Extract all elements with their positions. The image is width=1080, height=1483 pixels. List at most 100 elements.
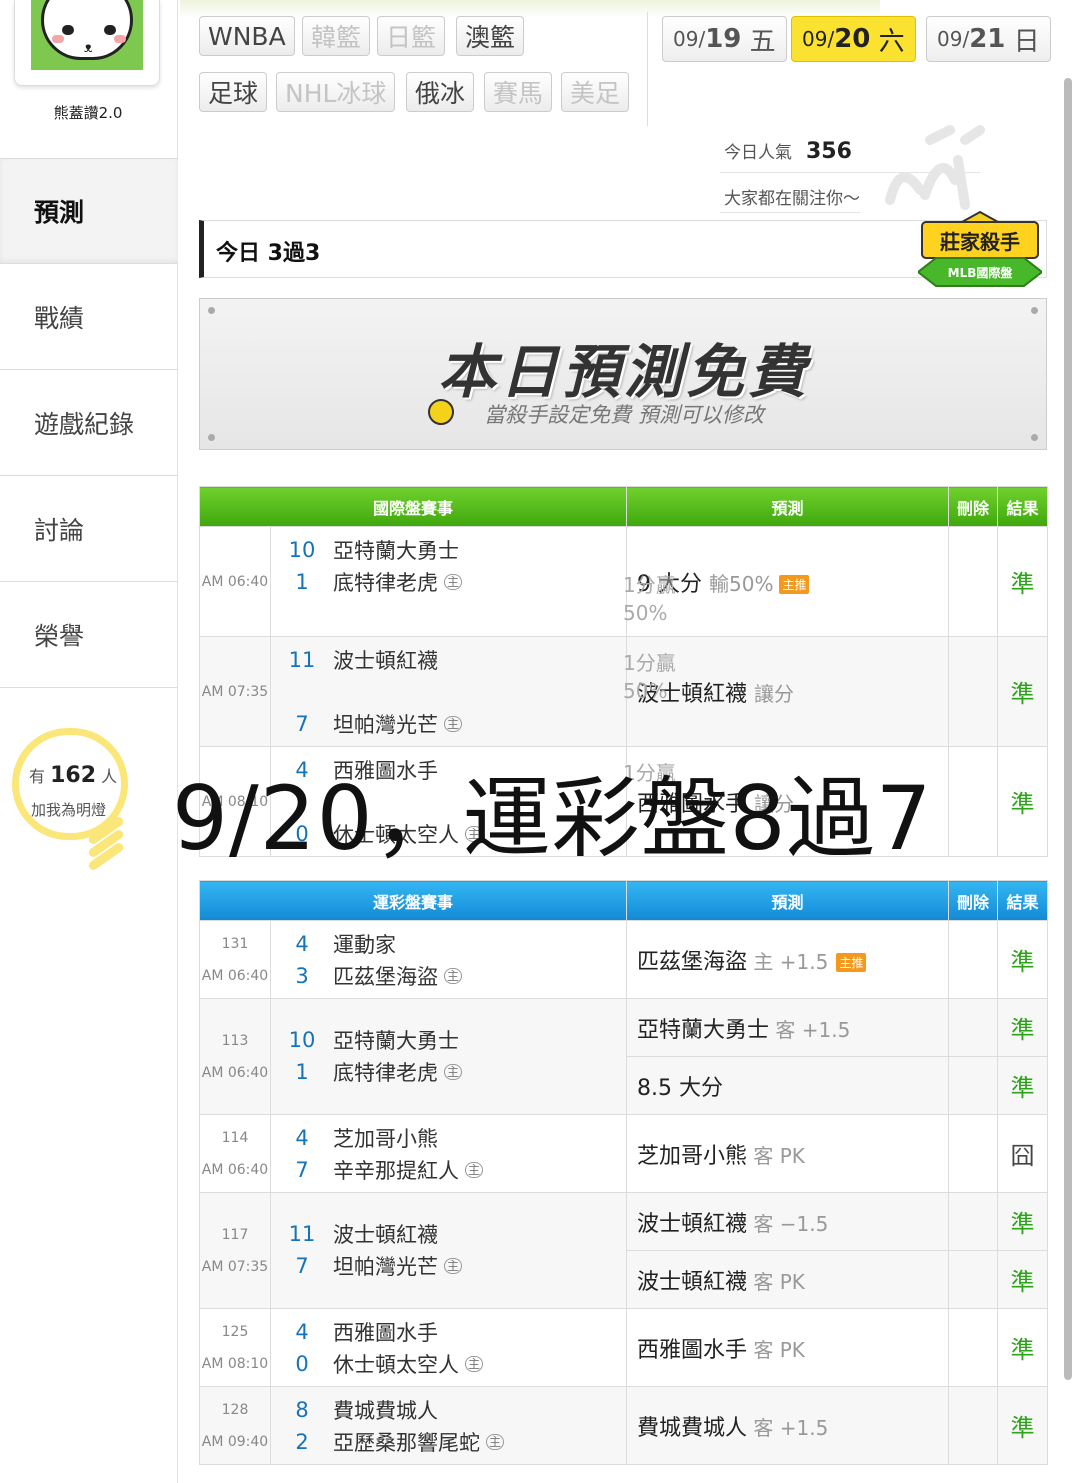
odds-note: 50% [623, 601, 668, 625]
team-score: 1 [295, 570, 309, 594]
delete-cell[interactable] [948, 920, 999, 999]
scrollbar[interactable] [1064, 78, 1072, 1380]
match-id-time: 131 AM 06:40 [199, 920, 271, 999]
prediction-side: 客 [753, 1415, 774, 1440]
prediction-cell: 費城費城人 客 +1.5 [626, 1386, 950, 1465]
prediction-line: +1.5 [801, 1017, 851, 1042]
table-row: 131 AM 06:40 4 運動家 3 匹茲堡海盜主匹茲堡海盜 主 +1.5 主推準 [199, 920, 1049, 999]
prediction-side: 客 [753, 1143, 774, 1168]
prediction-side: 主 [753, 949, 774, 974]
team-name: 坦帕灣光芒 [333, 1255, 438, 1279]
team-name: 亞歷桑那響尾蛇 [333, 1431, 480, 1455]
delete-cell[interactable] [948, 998, 999, 1057]
team-name: 亞特蘭大勇士 [333, 1029, 459, 1053]
sports-lottery-table: 運彩盤賽事 預測 刪除 結果 131 AM 06:40 4 運動家 3 匹茲堡海盜主匹茲堡… [198, 880, 1049, 1465]
avatar[interactable]: ᴥ [14, 0, 160, 86]
filter-tag[interactable]: WNBA [199, 16, 295, 56]
match-id-time: 114 AM 06:40 [199, 1114, 271, 1193]
match-time: AM 06:40 [201, 967, 269, 984]
username[interactable]: 熊蓋讚2.0 [0, 102, 176, 123]
banner-title: 本日預測免費 [437, 338, 810, 406]
team-name: 休士頓太空人 [333, 1353, 459, 1377]
table-row: 128 AM 09:40 8 費城費城人 2 亞歷桑那響尾蛇主 費城費城人 客 +1.5 準 [199, 1386, 1049, 1465]
result-cell: 準 [997, 920, 1049, 999]
team-line: 10 亞特蘭大勇士 [271, 535, 459, 565]
team-line: 4 西雅圖水手 [271, 1317, 438, 1347]
filter-tag[interactable]: 韓籃 [302, 16, 371, 56]
date-day: 20 [834, 24, 871, 54]
filter-tag[interactable]: 日籃 [377, 16, 446, 56]
prediction-pick: 波士頓紅襪 [637, 1269, 748, 1295]
result-cell: 準 [997, 1192, 1049, 1251]
prediction-line: PK [779, 1337, 805, 1362]
delete-cell[interactable] [948, 1056, 999, 1115]
match-cell: 10 亞特蘭大勇士 1 底特律老虎主 [269, 998, 628, 1115]
match-cell: 11 波士頓紅襪 7 坦帕灣光芒主 1分贏 50% [269, 636, 676, 747]
team-line: 2 亞歷桑那響尾蛇主 [271, 1427, 505, 1457]
sidebar-item-record[interactable]: 戰績 [0, 264, 178, 370]
team-line: 1 底特律老虎主 [271, 1057, 463, 1087]
match-cell: 4 芝加哥小熊 7 辛辛那提紅人主 [269, 1114, 628, 1193]
date-button[interactable]: 09/21 日 [926, 16, 1051, 62]
team-score: 4 [295, 1320, 309, 1344]
filter-tag[interactable]: 俄冰 [406, 72, 475, 112]
badge-subtitle: MLB國際盤 [948, 265, 1014, 280]
col-header-result: 結果 [997, 486, 1049, 527]
prediction-pick: 波士頓紅襪 [637, 1211, 748, 1237]
date-button[interactable]: 09/20 六 [791, 16, 916, 62]
home-marker: 主 [444, 1064, 463, 1080]
date-button[interactable]: 09/19 五 [662, 16, 787, 62]
lightbulb-icon [86, 815, 130, 872]
filter-tag[interactable]: 賽馬 [484, 72, 553, 112]
prediction-pick: 費城費城人 [637, 1415, 748, 1441]
delete-cell[interactable] [948, 636, 999, 747]
sidebar-item-game-log[interactable]: 遊戲紀錄 [0, 370, 178, 476]
filter-tag[interactable]: 澳籃 [456, 16, 525, 56]
team-line: 0 休士頓太空人主 [271, 1349, 484, 1379]
delete-cell[interactable] [948, 1114, 999, 1193]
team-line: 11 波士頓紅襪 [271, 1219, 438, 1249]
prediction-side: 客 [753, 1337, 774, 1362]
delete-cell[interactable] [948, 1192, 999, 1251]
prediction-side: 客 [753, 1269, 774, 1294]
prediction-line: +1.5 [779, 949, 829, 974]
delete-cell[interactable] [948, 1308, 999, 1387]
team-score: 1 [295, 1060, 309, 1084]
delete-cell[interactable] [948, 1250, 999, 1309]
result-cell: 準 [997, 746, 1049, 857]
prediction-pick: 匹茲堡海盜 [637, 949, 748, 975]
sidebar-item-discussion[interactable]: 討論 [0, 476, 178, 582]
prediction-cell: 西雅圖水手 客 PK [626, 1308, 950, 1387]
date-day: 19 [705, 24, 742, 54]
popularity-value: 356 [806, 139, 852, 164]
match-id: 117 [221, 1226, 249, 1243]
match-id: 114 [221, 1129, 249, 1146]
team-name: 底特律老虎 [333, 571, 438, 595]
result-cell: 準 [997, 636, 1049, 747]
date-weekday: 日 [1013, 26, 1040, 57]
delete-cell[interactable] [948, 746, 999, 857]
date-weekday: 六 [878, 26, 905, 57]
filter-tag[interactable]: 足球 [199, 72, 268, 112]
filter-tag[interactable]: NHL冰球 [276, 72, 396, 112]
team-name: 運動家 [333, 933, 396, 957]
sidebar-item-predictions[interactable]: 預測 [0, 158, 178, 264]
team-line: 4 運動家 [271, 929, 396, 959]
delete-cell[interactable] [948, 526, 999, 637]
filter-tag[interactable]: 美足 [561, 72, 630, 112]
result-cell: 準 [997, 1308, 1049, 1387]
prediction-cell: 匹茲堡海盜 主 +1.5 主推 [626, 920, 950, 999]
match-cell: 4 西雅圖水手 0 休士頓太空人主 [269, 1308, 628, 1387]
prediction-cell: 芝加哥小熊 客 PK [626, 1114, 950, 1193]
prediction-line: PK [779, 1269, 805, 1294]
sidebar-item-honors[interactable]: 榮譽 [0, 582, 178, 688]
prediction-pick: 亞特蘭大勇士 [637, 1017, 770, 1043]
home-marker: 主 [465, 1162, 484, 1178]
match-cell: 10 亞特蘭大勇士 1 底特律老虎主 1分贏 50% [269, 526, 676, 637]
team-score: 7 [295, 712, 309, 736]
delete-cell[interactable] [948, 1386, 999, 1465]
home-marker: 主 [486, 1434, 505, 1450]
overlay-caption: 9/20，運彩盤8過7 [172, 767, 933, 870]
team-line: 1 底特律老虎主 [271, 567, 463, 597]
